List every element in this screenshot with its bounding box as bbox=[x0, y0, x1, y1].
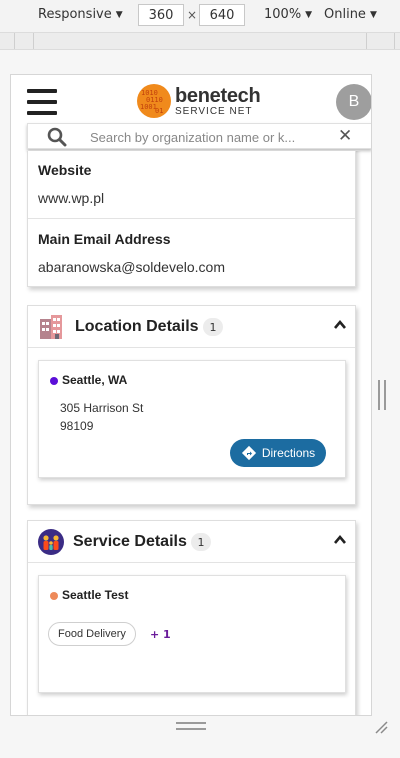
chevron-down-icon: ▼ bbox=[305, 9, 313, 20]
location-item-card: Seattle, WA 305 Harrison St 98109 Direct… bbox=[38, 360, 346, 478]
device-viewport: 10100110100101 benetech SERVICE NET B ✕ … bbox=[10, 74, 372, 716]
avatar[interactable]: B bbox=[336, 84, 371, 120]
network-label: Online bbox=[324, 7, 366, 22]
service-details-title: Service Details bbox=[73, 533, 187, 550]
devtools-toolbar: Responsive ▼ 360 × 640 100% ▼ Online ▼ bbox=[0, 0, 400, 32]
ruler-tick bbox=[394, 33, 395, 49]
location-details-header[interactable]: Location Details 1 bbox=[28, 306, 355, 348]
zoom-label: 100% bbox=[264, 7, 302, 22]
website-label: Website bbox=[38, 162, 92, 178]
network-select[interactable]: Online ▼ bbox=[324, 7, 377, 22]
media-query-ruler[interactable] bbox=[0, 32, 400, 50]
close-icon[interactable]: ✕ bbox=[338, 126, 352, 146]
benetech-logo[interactable]: 1010 0110 1001 01 benetech SERVICE NET bbox=[137, 84, 261, 118]
location-count-badge: 1 bbox=[203, 318, 223, 336]
service-tag-chip: Food Delivery bbox=[48, 622, 136, 646]
logo-mark-icon: 1010 0110 1001 01 bbox=[137, 84, 171, 118]
device-select[interactable]: Responsive ▼ bbox=[38, 7, 123, 22]
service-count-badge: 1 bbox=[191, 533, 211, 551]
service-details-header[interactable]: Service Details 1 bbox=[28, 521, 355, 563]
location-name: Seattle, WA bbox=[62, 373, 128, 387]
contact-card: Website www.wp.pl Main Email Address aba… bbox=[27, 151, 356, 287]
address-line-1: 305 Harrison St bbox=[60, 401, 144, 415]
directions-icon bbox=[241, 445, 256, 461]
dimension-separator: × bbox=[187, 8, 198, 22]
service-name: Seattle Test bbox=[62, 588, 129, 602]
building-icon bbox=[40, 315, 62, 339]
email-label: Main Email Address bbox=[38, 231, 171, 247]
ruler-tick bbox=[366, 33, 367, 49]
search-icon[interactable] bbox=[47, 127, 67, 147]
chevron-up-icon[interactable] bbox=[333, 533, 347, 547]
directions-button[interactable]: Directions bbox=[230, 439, 326, 467]
resize-handle-right[interactable] bbox=[378, 380, 386, 410]
address-line-2: 98109 bbox=[60, 419, 94, 433]
logo-subtitle: SERVICE NET bbox=[175, 105, 253, 117]
zoom-select[interactable]: 100% ▼ bbox=[264, 7, 312, 22]
resize-handle-bottom[interactable] bbox=[176, 722, 206, 730]
location-details-title: Location Details bbox=[75, 318, 199, 335]
ruler-tick bbox=[33, 33, 34, 49]
website-field: Website www.wp.pl bbox=[28, 151, 355, 218]
chevron-up-icon[interactable] bbox=[333, 318, 347, 332]
resize-corner-icon[interactable] bbox=[374, 720, 388, 734]
app-header: 1010 0110 1001 01 benetech SERVICE NET B bbox=[11, 75, 371, 127]
email-field: Main Email Address abaranowska@soldevelo… bbox=[28, 219, 355, 285]
service-details-card: Service Details 1 Seattle Test Food Deli… bbox=[27, 520, 356, 715]
service-dot bbox=[50, 592, 58, 600]
ruler-tick bbox=[14, 33, 15, 49]
website-value[interactable]: www.wp.pl bbox=[38, 190, 345, 206]
service-item-card: Seattle Test Food Delivery + 1 bbox=[38, 575, 346, 693]
people-icon bbox=[38, 529, 64, 555]
logo-name: benetech bbox=[175, 84, 261, 107]
more-tags-link[interactable]: + 1 bbox=[150, 628, 171, 641]
directions-label: Directions bbox=[261, 446, 316, 460]
location-details-card: Location Details 1 Seattle, WA 305 Harri… bbox=[27, 305, 356, 505]
email-value[interactable]: abaranowska@soldevelo.com bbox=[38, 259, 345, 275]
page-content: Website www.wp.pl Main Email Address aba… bbox=[11, 151, 371, 715]
search-input[interactable] bbox=[90, 127, 330, 147]
chevron-down-icon: ▼ bbox=[115, 9, 123, 20]
location-dot bbox=[50, 377, 58, 385]
device-select-label: Responsive bbox=[38, 7, 112, 22]
menu-icon[interactable] bbox=[27, 89, 57, 115]
width-input[interactable]: 360 bbox=[138, 4, 184, 26]
search-bar: ✕ bbox=[27, 123, 371, 149]
chevron-down-icon: ▼ bbox=[369, 9, 377, 20]
height-input[interactable]: 640 bbox=[199, 4, 245, 26]
